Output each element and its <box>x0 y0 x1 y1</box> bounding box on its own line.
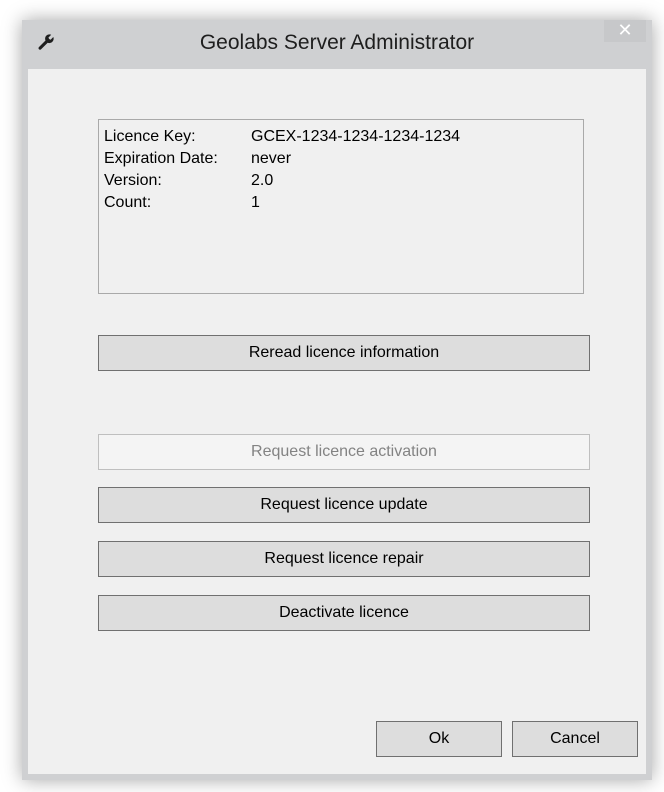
version-value: 2.0 <box>251 172 274 189</box>
reread-licence-button[interactable]: Reread licence information <box>98 335 590 371</box>
licence-info-box: Licence Key: GCEX-1234-1234-1234-1234 Exp… <box>98 119 584 294</box>
licence-key-label: Licence Key: <box>104 128 196 145</box>
close-button[interactable]: ✕ <box>604 20 646 42</box>
count-row: Count: 1 <box>104 192 578 214</box>
dialog-content: Licence Key: GCEX-1234-1234-1234-1234 Exp… <box>28 69 646 774</box>
request-update-button[interactable]: Request licence update <box>98 487 590 523</box>
licence-key-row: Licence Key: GCEX-1234-1234-1234-1234 <box>104 126 578 148</box>
expiration-date-value: never <box>251 150 292 167</box>
expiration-date-label: Expiration Date: <box>104 150 218 167</box>
count-label: Count: <box>104 194 152 211</box>
cancel-button[interactable]: Cancel <box>512 721 638 757</box>
ok-button[interactable]: Ok <box>376 721 502 757</box>
deactivate-licence-button[interactable]: Deactivate licence <box>98 595 590 631</box>
close-icon: ✕ <box>617 20 633 40</box>
version-row: Version: 2.0 <box>104 170 578 192</box>
count-value: 1 <box>251 194 260 211</box>
version-label: Version: <box>104 172 162 189</box>
licence-key-value: GCEX-1234-1234-1234-1234 <box>251 128 461 145</box>
title-bar[interactable]: Geolabs Server Administrator ✕ <box>22 20 652 69</box>
window-title: Geolabs Server Administrator <box>199 31 475 54</box>
expiration-date-row: Expiration Date: never <box>104 148 578 170</box>
request-activation-button[interactable]: Request licence activation <box>98 434 590 470</box>
request-repair-button[interactable]: Request licence repair <box>98 541 590 577</box>
dialog-window: Geolabs Server Administrator ✕ Licence K… <box>22 20 652 780</box>
